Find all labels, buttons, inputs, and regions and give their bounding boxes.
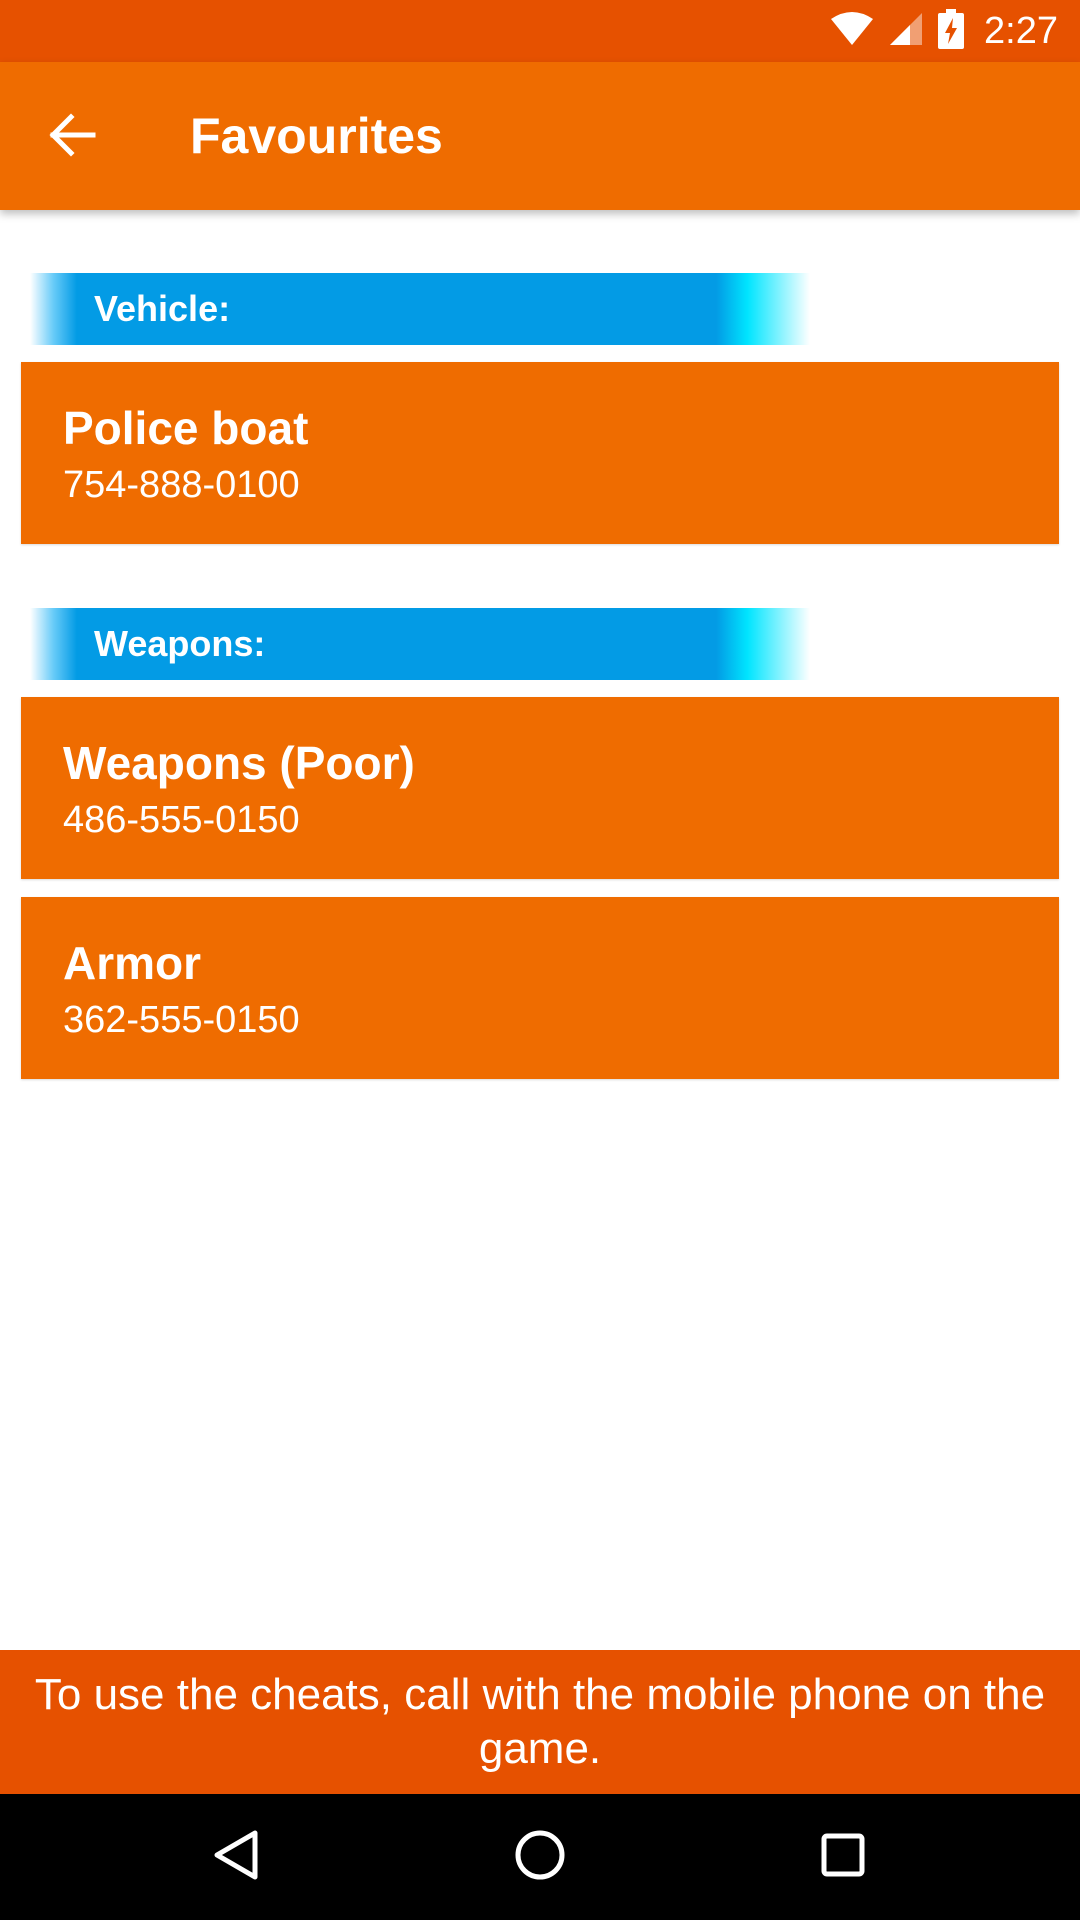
app-bar: Favourites	[0, 62, 1080, 210]
cheat-name: Police boat	[63, 402, 309, 454]
cheat-card-weapons-poor[interactable]: Weapons (Poor) 486-555-0150	[21, 697, 1059, 879]
home-circle-icon	[514, 1829, 566, 1886]
status-time: 2:27	[984, 9, 1058, 52]
status-bar: 2:27	[0, 0, 1080, 62]
section-label: Weapons:	[94, 623, 266, 664]
section-header-vehicle: Vehicle:	[30, 273, 810, 345]
cheat-card-police-boat[interactable]: Police boat 754-888-0100	[21, 362, 1059, 544]
nav-back-button[interactable]	[201, 1822, 271, 1892]
battery-charging-icon	[938, 8, 965, 54]
cheat-name: Weapons (Poor)	[63, 737, 415, 789]
cheat-name: Armor	[63, 937, 202, 989]
recents-square-icon	[820, 1832, 866, 1883]
navigation-bar	[0, 1794, 1080, 1920]
back-button[interactable]	[38, 104, 108, 170]
cheat-code: 362-555-0150	[63, 999, 300, 1041]
wifi-icon	[830, 11, 874, 52]
cheat-code: 486-555-0150	[63, 799, 300, 841]
page-title: Favourites	[190, 108, 443, 164]
nav-recents-button[interactable]	[808, 1822, 878, 1892]
arrow-left-icon	[49, 112, 97, 162]
screen: 2:27 Favourites Vehicle: Police boat 754…	[0, 0, 1080, 1920]
nav-home-button[interactable]	[505, 1822, 575, 1892]
section-header-weapons: Weapons:	[30, 608, 810, 680]
info-text: To use the cheats, call with the mobile …	[34, 1670, 1046, 1773]
status-icons: 2:27	[830, 8, 1058, 54]
section-label: Vehicle:	[94, 288, 231, 329]
cheat-code: 754-888-0100	[63, 464, 300, 506]
info-banner: To use the cheats, call with the mobile …	[0, 1650, 1080, 1794]
back-triangle-icon	[213, 1829, 259, 1886]
cheat-card-armor[interactable]: Armor 362-555-0150	[21, 897, 1059, 1079]
signal-icon	[888, 11, 924, 52]
